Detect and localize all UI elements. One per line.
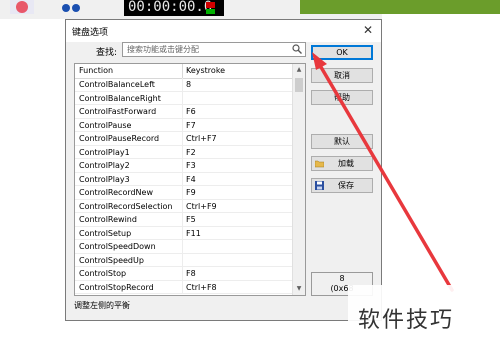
cell-divider <box>182 186 183 199</box>
keystroke-cell[interactable]: F4 <box>186 175 196 184</box>
function-cell: ControlPauseRecord <box>79 134 160 143</box>
header-function[interactable]: Function <box>79 66 113 75</box>
function-description: 调整左侧的平衡 <box>74 301 130 310</box>
table-row[interactable]: ControlRecordNew F9 <box>75 186 293 200</box>
cancel-button[interactable]: 取消 <box>311 68 373 83</box>
table-row[interactable]: ControlPauseRecord Ctrl+F7 <box>75 132 293 146</box>
cell-divider <box>182 91 183 105</box>
cell-divider <box>182 213 183 226</box>
header-keystroke[interactable]: Keystroke <box>186 66 225 75</box>
cell-divider <box>182 253 183 267</box>
keystroke-cell[interactable]: F7 <box>186 121 196 130</box>
level-meter-green <box>206 9 215 14</box>
column-divider[interactable] <box>182 64 183 78</box>
table-row[interactable]: ControlBalanceLeft 8 <box>75 78 293 92</box>
keystroke-cell[interactable]: Ctrl+F7 <box>186 134 217 143</box>
table-row[interactable]: ControlSpeedUp <box>75 253 293 267</box>
floppy-disk-icon <box>315 181 324 190</box>
function-cell: ControlSetup <box>79 228 132 238</box>
keystroke-cell[interactable]: F3 <box>186 161 196 170</box>
vertical-scrollbar[interactable]: ▲ ▼ <box>292 64 305 295</box>
table-body: ControlBalanceLeft 8 ControlBalanceRight Co… <box>75 78 293 294</box>
keystroke-cell[interactable]: F11 <box>186 229 201 238</box>
cell-divider <box>182 105 183 118</box>
help-button[interactable]: 帮助 <box>311 90 373 105</box>
keystroke-cell[interactable]: Ctrl+F8 <box>186 283 217 292</box>
search-field[interactable] <box>122 42 306 57</box>
function-cell: ControlPlay2 <box>79 161 130 170</box>
keystroke-cell[interactable]: F2 <box>186 148 196 157</box>
cell-divider <box>182 132 183 145</box>
table-row[interactable]: ControlSetup F11 <box>75 226 293 240</box>
function-cell: ControlBalanceLeft <box>79 80 155 89</box>
dialog-title: 键盘选项 <box>72 28 109 38</box>
save-button[interactable]: 保存 <box>311 178 373 193</box>
level-meter-red <box>206 2 215 8</box>
function-cell: ControlPause <box>79 120 132 130</box>
keyboard-options-dialog: 键盘选项 ✕ 查找: Function Keystroke ControlBal… <box>65 19 382 321</box>
table-row[interactable]: ControlPause F7 <box>75 118 293 132</box>
keystroke-cell[interactable]: F9 <box>186 188 196 197</box>
cell-divider <box>182 172 183 186</box>
cell-divider <box>182 240 183 253</box>
waveform-area <box>300 0 500 14</box>
function-cell: ControlSpeedDown <box>79 242 156 251</box>
function-cell: ControlStop <box>79 269 127 278</box>
function-cell: ControlSpeedUp <box>79 255 144 265</box>
function-cell: ControlStopRecord <box>79 282 154 292</box>
table-row[interactable]: ControlPlay1 F2 <box>75 145 293 159</box>
title-bar: 键盘选项 ✕ <box>66 20 381 42</box>
keystroke-cell[interactable]: 8 <box>186 80 191 89</box>
cell-divider <box>182 199 183 213</box>
table-row[interactable]: ControlBalanceRight <box>75 91 293 105</box>
table-row[interactable]: ControlRewind F5 <box>75 213 293 227</box>
ok-button[interactable]: OK <box>311 45 373 60</box>
tape-icon[interactable] <box>62 2 80 14</box>
keystroke-cell[interactable]: F6 <box>186 107 196 116</box>
keystroke-info-value: 8 <box>339 274 345 283</box>
close-button[interactable]: ✕ <box>361 23 375 37</box>
load-button[interactable]: 加载 <box>311 156 373 171</box>
function-cell: ControlPlay3 <box>79 174 130 184</box>
keystroke-cell[interactable]: F8 <box>186 269 196 278</box>
cell-divider <box>182 280 183 294</box>
table-row[interactable]: ControlStop F8 <box>75 267 293 281</box>
table-row[interactable]: ControlRecordSelection Ctrl+F9 <box>75 199 293 213</box>
cell-divider <box>182 159 183 172</box>
keystroke-cell[interactable]: F5 <box>186 215 196 224</box>
function-cell: ControlFastForward <box>79 107 157 116</box>
function-cell: ControlPlay1 <box>79 147 130 157</box>
load-button-label: 加载 <box>338 159 354 168</box>
table-row[interactable]: ControlPlay3 F4 <box>75 172 293 186</box>
table-row[interactable]: ControlSpeedDown <box>75 240 293 254</box>
keystroke-cell[interactable]: Ctrl+F9 <box>186 202 217 211</box>
function-cell: ControlBalanceRight <box>79 93 161 103</box>
scroll-thumb[interactable] <box>295 78 303 92</box>
function-cell: ControlRecordNew <box>79 188 154 197</box>
background-panel <box>0 19 65 357</box>
cell-divider <box>182 226 183 240</box>
search-input[interactable] <box>123 43 287 55</box>
search-label: 查找: <box>96 48 118 58</box>
watermark: 软件技巧 <box>358 308 455 333</box>
table-row[interactable]: ControlPlay2 F3 <box>75 159 293 173</box>
save-button-label: 保存 <box>338 181 354 190</box>
scroll-down-arrow-icon[interactable]: ▼ <box>293 283 305 295</box>
function-cell: ControlRecordSelection <box>79 201 173 211</box>
cell-divider <box>182 267 183 280</box>
cell-divider <box>182 118 183 132</box>
default-button[interactable]: 默认 <box>311 134 373 149</box>
scroll-up-arrow-icon[interactable]: ▲ <box>293 64 305 76</box>
search-icon[interactable] <box>292 44 302 54</box>
record-icon[interactable] <box>10 0 34 14</box>
keystroke-table: Function Keystroke ControlBalanceLeft 8 Co… <box>74 63 306 296</box>
table-row[interactable]: ControlStopRecord Ctrl+F8 <box>75 280 293 294</box>
folder-icon <box>315 160 324 168</box>
table-row[interactable]: ControlFastForward F6 <box>75 105 293 119</box>
cell-divider <box>182 145 183 159</box>
table-header: Function Keystroke <box>75 64 293 79</box>
function-cell: ControlRewind <box>79 215 137 224</box>
cell-divider <box>182 78 183 91</box>
